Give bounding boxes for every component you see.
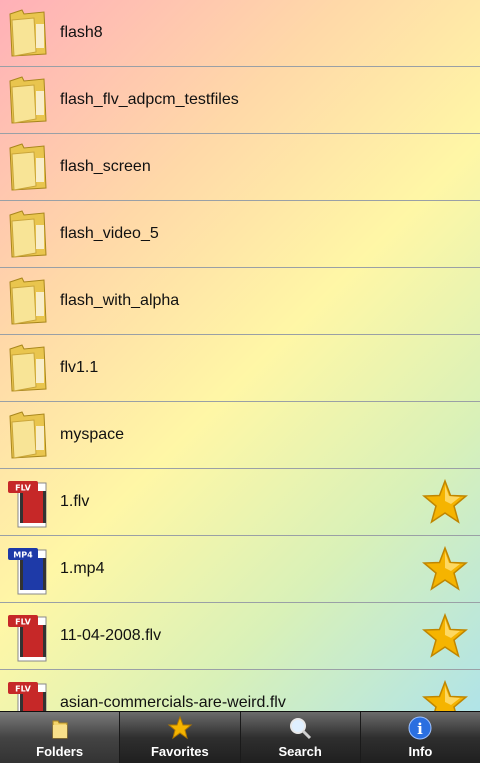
- item-label: 1.flv: [60, 493, 90, 510]
- list-item[interactable]: myspace: [0, 402, 480, 469]
- folder-icon: [9, 411, 47, 459]
- svg-text:FLV: FLV: [15, 618, 31, 627]
- svg-text:FLV: FLV: [15, 685, 31, 694]
- list-item[interactable]: flash_video_5: [0, 201, 480, 268]
- star-icon: [167, 715, 193, 740]
- tab-label: Info: [408, 744, 433, 759]
- list-item[interactable]: flash8: [0, 0, 480, 67]
- list-item[interactable]: flash_with_alpha: [0, 268, 480, 335]
- item-label: 1.mp4: [60, 560, 105, 577]
- item-label: flash8: [60, 24, 103, 41]
- folder-icon: [9, 143, 47, 191]
- item-label: flash_video_5: [60, 225, 159, 242]
- tab-favorites[interactable]: Favorites: [120, 712, 241, 763]
- favorite-star-icon[interactable]: [422, 546, 468, 592]
- item-label: 11-04-2008.flv: [60, 627, 162, 644]
- item-label: flv1.1: [60, 359, 99, 376]
- flv-file-icon: FLV: [8, 481, 47, 528]
- tab-label: Folders: [36, 744, 84, 759]
- tab-search[interactable]: Search: [241, 712, 361, 763]
- info-icon: i: [408, 716, 432, 740]
- svg-text:i: i: [418, 720, 424, 738]
- folder-icon: [9, 210, 47, 258]
- favorite-star-icon[interactable]: [422, 613, 468, 659]
- list-item[interactable]: flash_screen: [0, 134, 480, 201]
- magnifier-icon: [290, 718, 312, 740]
- flv-file-icon: FLV: [8, 682, 47, 711]
- tab-folders[interactable]: Folders: [0, 712, 121, 763]
- mp4-file-icon: MP4: [8, 548, 47, 595]
- list-item[interactable]: MP4 1.mp4: [0, 536, 480, 603]
- tab-label: Search: [278, 744, 322, 759]
- list-item[interactable]: flv1.1: [0, 335, 480, 402]
- item-label: flash_flv_adpcm_testfiles: [60, 91, 239, 108]
- tab-info[interactable]: i Info: [361, 712, 480, 763]
- favorite-star-icon[interactable]: [422, 479, 468, 525]
- tab-label: Favorites: [150, 744, 209, 759]
- item-label: flash_with_alpha: [60, 292, 180, 309]
- svg-text:FLV: FLV: [15, 484, 31, 493]
- item-label: myspace: [60, 426, 125, 443]
- folder-icon: [9, 344, 47, 392]
- file-list: flash8 flash_flv_adpcm_testfiles flash_s…: [0, 0, 480, 711]
- list-item[interactable]: FLV asian-commercials-are-weird.flv: [0, 670, 480, 711]
- svg-text:MP4: MP4: [13, 551, 33, 560]
- list-item[interactable]: FLV 11-04-2008.flv: [0, 603, 480, 670]
- folder-icon: [52, 720, 68, 739]
- tab-bar: Folders Favorites Search i Info: [0, 711, 480, 763]
- folder-icon: [9, 76, 47, 124]
- flv-file-icon: FLV: [8, 615, 47, 662]
- folder-icon: [9, 277, 47, 325]
- list-item[interactable]: FLV 1.flv: [0, 469, 480, 536]
- item-label: flash_screen: [60, 158, 151, 175]
- favorite-star-icon[interactable]: [422, 680, 468, 711]
- list-item[interactable]: flash_flv_adpcm_testfiles: [0, 67, 480, 134]
- folder-icon: [9, 9, 47, 57]
- item-label: asian-commercials-are-weird.flv: [60, 694, 286, 711]
